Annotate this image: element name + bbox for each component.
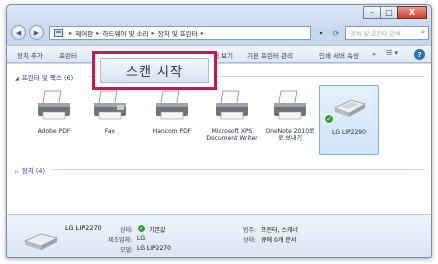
device-list-area: ◢ 프린터 및 팩스 (6) Adobe PDF Fax Hancom PDF … xyxy=(7,64,431,214)
details-category-value: 프린터, 스캐너 xyxy=(261,227,298,234)
breadcrumb-devices-printers[interactable]: 장치 및 프린터 xyxy=(158,28,198,38)
details-model-value: LG LIP2270 xyxy=(137,245,171,252)
fax-icon xyxy=(94,90,126,120)
refresh-icon: ⟳ xyxy=(332,28,340,38)
chevron-down-icon: ▾ xyxy=(319,29,323,37)
details-status-value: 기본값 xyxy=(149,227,166,234)
search-input[interactable]: 장치 및 프린터 검색 ⌕ xyxy=(345,26,429,40)
start-scan-button[interactable]: 스캔 시작 xyxy=(100,58,209,83)
device-onenote-2010[interactable]: OneNote 2010로 로 보내기 xyxy=(261,85,319,155)
group-header-devices[interactable]: ▷ 장치 (4) xyxy=(15,165,45,175)
window-controls: – □ X xyxy=(363,6,427,19)
device-adobe-pdf[interactable]: Adobe PDF xyxy=(25,85,83,155)
device-hancom-pdf[interactable]: Hancom PDF xyxy=(143,85,201,155)
breadcrumb-separator: ▸ xyxy=(200,29,205,37)
device-label: LG LIP2290 xyxy=(332,129,366,136)
device-microsoft-xps[interactable]: Microsoft XPS Document Writer xyxy=(203,85,261,155)
devices-and-printers-window: – □ X ◀ ▶ ▸ 제어판 ▸ 하드웨어 및 소리 ▸ 장치 및 프린터 ▸… xyxy=(6,4,432,258)
printer-icon xyxy=(38,90,70,120)
search-placeholder: 장치 및 프린터 검색 xyxy=(350,30,400,38)
close-button[interactable]: X xyxy=(397,6,427,19)
device-fax[interactable]: Fax xyxy=(81,85,139,155)
breadcrumb-separator: ▸ xyxy=(151,29,155,37)
details-manufacturer-value: LG xyxy=(137,235,145,242)
breadcrumb-hardware-sound[interactable]: 하드웨어 및 소리 xyxy=(102,28,148,38)
breadcrumb-separator: ▸ xyxy=(69,29,73,37)
device-label: OneNote 2010로 로 보내기 xyxy=(265,128,315,142)
default-printer-check-icon: ✓ xyxy=(324,114,334,124)
details-manufacturer-label: 제조업체: xyxy=(108,237,133,244)
command-toolbar: 장치 추가 프린터 쇄 보기 기본 프린터 관리 인쇄 서버 속성 » ☰ ▾ … xyxy=(7,45,431,63)
details-pane: LG LIP2270 상태: ✓ 기본값 제조업체: LG 모델: LG LIP… xyxy=(7,214,431,257)
change-view-icon[interactable]: ☰ ▾ xyxy=(386,49,398,57)
address-dropdown-button[interactable]: ▾ xyxy=(315,26,327,40)
collapse-triangle-icon: ◢ xyxy=(15,76,19,82)
device-label: Hancom PDF xyxy=(152,128,192,135)
printer-icon xyxy=(274,90,306,120)
control-panel-icon xyxy=(54,29,63,37)
manage-default-printers-button[interactable]: 기본 프린터 관리 xyxy=(247,50,293,60)
details-queue-value: 큐에 0개 문서 xyxy=(261,237,297,244)
group-divider xyxy=(53,169,425,170)
title-bar: – □ X xyxy=(7,5,431,23)
maximize-button[interactable]: □ xyxy=(380,6,398,19)
printer-icon xyxy=(216,90,248,120)
details-status-label: 상태: xyxy=(120,227,134,234)
device-lg-lip2290[interactable]: ✓ LG LIP2290 xyxy=(319,85,379,155)
forward-button[interactable]: ▶ xyxy=(29,25,44,40)
device-label: Adobe PDF xyxy=(37,128,71,135)
printer-icon xyxy=(156,90,188,120)
scanner-icon xyxy=(334,99,366,117)
more-commands-button[interactable]: » xyxy=(372,50,376,58)
status-check-icon: ✓ xyxy=(137,224,146,233)
search-icon: ⌕ xyxy=(421,28,425,36)
details-category-label: 범주: xyxy=(243,227,257,234)
refresh-button[interactable]: ⟳ xyxy=(329,26,343,40)
details-model-label: 모델: xyxy=(120,247,134,254)
scan-highlight-frame: 스캔 시작 xyxy=(92,51,217,90)
details-queue-label: 상태: xyxy=(243,237,257,244)
device-label: Fax xyxy=(104,128,116,135)
add-device-button[interactable]: 장치 추가 xyxy=(17,50,43,60)
forward-arrow-icon: ▶ xyxy=(33,28,40,37)
print-server-properties-button[interactable]: 인쇄 서버 속성 xyxy=(319,50,359,60)
breadcrumb-control-panel[interactable]: 제어판 xyxy=(75,28,93,38)
address-row: ◀ ▶ ▸ 제어판 ▸ 하드웨어 및 소리 ▸ 장치 및 프린터 ▸ ▾ ⟳ 장… xyxy=(11,25,429,42)
back-arrow-icon: ◀ xyxy=(15,28,22,37)
expand-triangle-icon: ▷ xyxy=(15,169,19,175)
device-label: Microsoft XPS Document Writer xyxy=(206,128,258,142)
scanner-icon xyxy=(24,233,59,250)
address-bar[interactable]: ▸ 제어판 ▸ 하드웨어 및 소리 ▸ 장치 및 프린터 ▸ xyxy=(49,26,311,40)
minimize-button[interactable]: – xyxy=(363,6,381,19)
breadcrumb-separator: ▸ xyxy=(96,29,100,37)
group-header-printers-fax[interactable]: ◢ 프린터 및 팩스 (6) xyxy=(15,72,73,82)
details-device-name: LG LIP2270 xyxy=(65,224,102,232)
help-icon[interactable]: ? xyxy=(414,49,425,60)
back-button[interactable]: ◀ xyxy=(11,25,26,40)
add-printer-button[interactable]: 프린터 xyxy=(59,50,77,60)
